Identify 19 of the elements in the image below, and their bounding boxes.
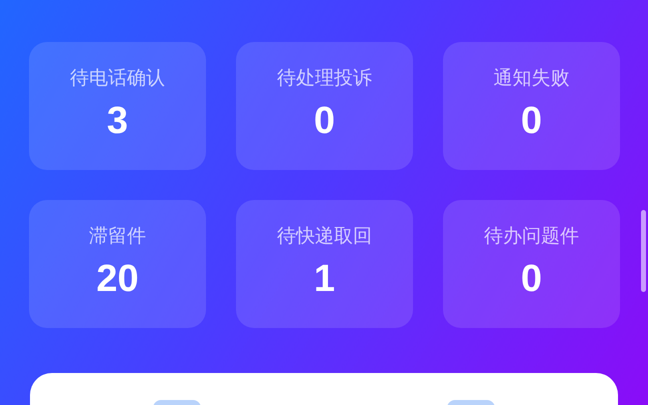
scrollbar[interactable]	[641, 210, 646, 292]
stat-label: 待办问题件	[484, 224, 579, 248]
stat-label: 待电话确认	[70, 66, 165, 90]
stat-card[interactable]: 通知失败 0	[443, 42, 620, 170]
stat-label: 待处理投诉	[277, 66, 372, 90]
stat-card[interactable]: 待办问题件 0	[443, 200, 620, 328]
stat-value: 3	[106, 99, 128, 144]
stat-label: 待快递取回	[277, 224, 372, 248]
stat-card[interactable]: 滞留件 20	[29, 200, 206, 328]
stat-card[interactable]: 待快递取回 1	[236, 200, 413, 328]
stat-label: 滞留件	[89, 224, 146, 248]
stat-card[interactable]: 待电话确认 3	[29, 42, 206, 170]
stat-value: 0	[520, 99, 542, 144]
stat-value: 0	[314, 99, 336, 144]
stat-card[interactable]: 待处理投诉 0	[236, 42, 413, 170]
stat-label: 通知失败	[494, 66, 570, 90]
stat-value: 0	[520, 257, 542, 302]
stat-value: 20	[96, 257, 139, 302]
stat-value: 1	[314, 257, 336, 302]
